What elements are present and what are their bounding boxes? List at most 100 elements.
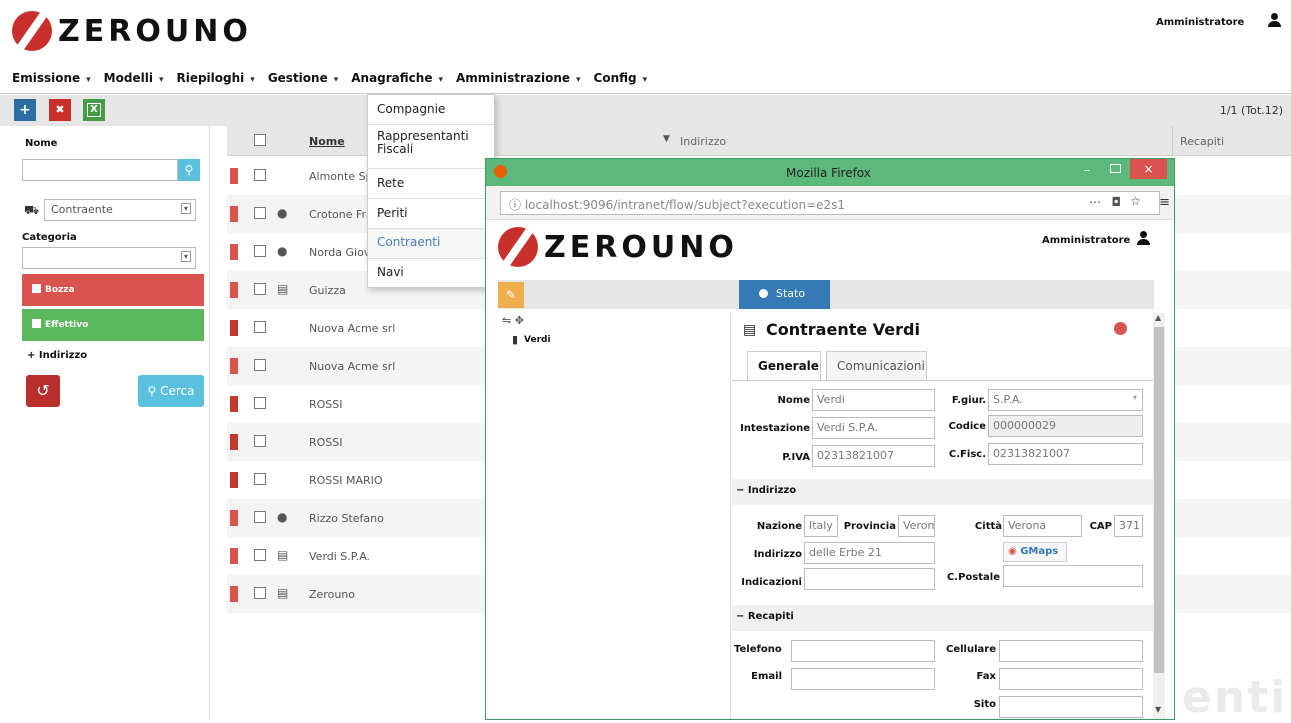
reset-button[interactable]: ↺ [26,375,60,407]
sort-down-icon[interactable]: ▼ [663,134,670,144]
scrollbar-thumb[interactable] [1154,327,1164,673]
user-icon[interactable] [1137,231,1150,245]
indirizzo-field[interactable]: delle Erbe 21 [804,542,935,564]
cpostale-field[interactable] [1003,565,1143,587]
search-icon-button[interactable]: ⚲ [178,159,200,181]
more-icon[interactable]: ⋯ [1089,195,1101,209]
close-icon[interactable]: × [1130,159,1167,179]
telefono-field[interactable] [791,640,935,662]
menu-amministrazione[interactable]: Amministrazione ▾ [456,71,581,85]
indirizzo-toggle[interactable]: + Indirizzo [27,350,87,361]
menu-riepiloghi[interactable]: Riepiloghi ▾ [176,71,254,85]
zerouno-logo[interactable]: ZEROUNO [12,11,252,51]
checkbox-icon [32,319,41,328]
form-border [732,380,1154,381]
menu-item-rappresentanti-fiscali[interactable]: Rappresentanti Fiscali [368,125,494,169]
cellulare-label: Cellulare [946,644,996,655]
row-checkbox[interactable] [254,549,266,561]
user-name[interactable]: Amministratore [1042,235,1130,246]
edit-button[interactable]: ✎ [498,282,524,308]
menu-item-periti[interactable]: Periti [368,199,494,229]
codice-label: Codice [948,421,986,432]
maximize-icon[interactable] [1110,164,1121,173]
pager: 1/1 (Tot.12) [1219,104,1283,117]
hamburger-menu-icon[interactable]: ≡ [1159,195,1170,210]
bozza-filter-button[interactable]: Bozza [22,274,204,306]
intestazione-field[interactable]: Verdi S.P.A. [812,417,935,439]
section-indirizzo[interactable]: − Indirizzo [732,479,1154,505]
row-checkbox[interactable] [254,245,266,257]
user-name[interactable]: Amministratore [1156,17,1244,28]
row-checkbox[interactable] [254,435,266,447]
piva-field[interactable]: 02313821007 [812,445,935,467]
telefono-label: Telefono [734,644,782,655]
email-field[interactable] [791,668,935,690]
bookmark-star-icon[interactable]: ☆ [1130,194,1141,208]
effettivo-filter-button[interactable]: Effettivo [22,309,204,341]
provincia-field[interactable]: Veron [898,515,935,537]
row-checkbox[interactable] [254,473,266,485]
add-button[interactable]: + [14,99,36,121]
user-icon[interactable] [1268,13,1281,27]
zerouno-logo[interactable]: ZEROUNO [498,227,738,267]
row-checkbox[interactable] [254,207,266,219]
cfisc-field[interactable]: 02313821007 [988,443,1143,465]
chevron-down-icon: ▾ [180,203,191,214]
menu-gestione[interactable]: Gestione ▾ [268,71,338,85]
pencil-icon: ✎ [505,288,517,302]
subject-type-select[interactable]: Contraente ▾ [44,199,196,221]
menu-item-contraenti[interactable]: Contraenti [368,229,494,259]
nome-input[interactable] [22,159,178,181]
status-marker [230,206,238,222]
scroll-up-icon[interactable]: ▲ [1155,313,1161,322]
cellulare-field[interactable] [999,640,1143,662]
sito-field[interactable] [999,696,1143,718]
fax-field[interactable] [999,668,1143,690]
cap-field[interactable]: 371 [1114,515,1143,537]
categoria-select[interactable]: ▾ [22,247,196,269]
row-checkbox[interactable] [254,587,266,599]
citta-field[interactable]: Verona [1003,515,1082,537]
row-checkbox[interactable] [254,283,266,295]
column-header-recapiti[interactable]: Recapiti [1180,135,1224,148]
section-recapiti[interactable]: − Recapiti [732,605,1154,631]
column-header-nome[interactable]: Nome [309,135,345,148]
menu-item-rete[interactable]: Rete [368,169,494,199]
info-icon: ⓘ [509,198,525,212]
tab-stato[interactable]: Stato [739,280,830,309]
row-checkbox[interactable] [254,511,266,523]
pocket-icon[interactable]: ◘ [1112,195,1122,209]
fgiur-select[interactable]: S.P.A. ▾ [988,389,1143,411]
tab-comunicazioni[interactable]: Comunicazioni [826,351,927,381]
tree-collapse-icon[interactable]: ⇋ ✥ [502,314,524,327]
scroll-down-icon[interactable]: ▼ [1155,705,1161,714]
select-all-checkbox[interactable] [254,134,266,146]
cerca-button[interactable]: ⚲ Cerca [138,375,204,407]
menu-anagrafiche[interactable]: Anagrafiche ▾ [351,71,443,85]
chevron-down-icon: ▾ [438,74,444,85]
menu-config[interactable]: Config ▾ [594,71,648,85]
row-checkbox[interactable] [254,321,266,333]
delete-button[interactable]: ✖ [49,99,71,121]
row-checkbox[interactable] [254,169,266,181]
provincia-label: Provincia [843,521,896,532]
firefox-titlebar[interactable]: Mozilla Firefox – × [486,159,1174,186]
nome-field[interactable]: Verdi [812,389,935,411]
export-excel-button[interactable]: X [83,99,105,121]
scrollbar[interactable]: ▲ ▼ [1153,313,1165,719]
menu-item-compagnie[interactable]: Compagnie [368,95,494,125]
indirizzo-label: Indirizzo [753,549,802,560]
gmaps-button[interactable]: ◉ GMaps [1003,542,1067,562]
column-header-indirizzo[interactable]: Indirizzo [680,135,726,148]
tree-node-verdi[interactable]: Verdi [524,335,551,345]
indicazioni-field[interactable] [804,568,935,590]
row-checkbox[interactable] [254,397,266,409]
url-bar[interactable]: ⓘ localhost:9096/intranet/flow/subject?e… [500,191,1160,215]
menu-emissione[interactable]: Emissione ▾ [12,71,91,85]
tab-generale[interactable]: Generale [747,351,821,381]
menu-modelli[interactable]: Modelli ▾ [104,71,164,85]
minimize-icon[interactable]: – [1084,163,1090,177]
nazione-field[interactable]: Italy [804,515,838,537]
menu-item-navi[interactable]: Navi [368,259,494,287]
row-checkbox[interactable] [254,359,266,371]
